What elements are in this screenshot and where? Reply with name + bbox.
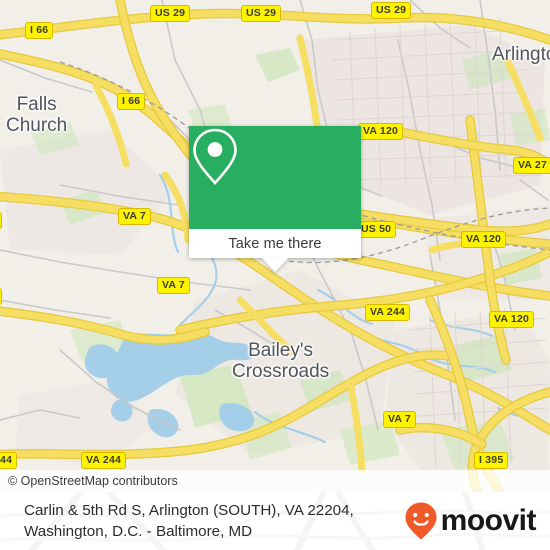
address-line-2: Washington, D.C. - Baltimore, MD [24,523,253,540]
road-shield: 244 [0,452,18,469]
address-text: Carlin & 5th Rd S, Arlington (SOUTH), VA… [24,500,354,542]
road-shield: US 50 [356,221,397,238]
footer-bar: Carlin & 5th Rd S, Arlington (SOUTH), VA… [0,492,550,550]
road-shield: VA 7 [118,208,151,225]
moovit-brand: moovit [404,501,537,541]
address-line-1: Carlin & 5th Rd S, Arlington (SOUTH), VA… [24,502,354,519]
road-shield: US 29 [241,5,282,22]
road-shield: US 29 [150,5,191,22]
road-shield: VA 244 [365,304,411,321]
location-info-card[interactable]: Take me there [189,126,361,258]
road-shield: US 29 [371,2,412,19]
map-screenshot: .mw{fill:none;stroke:#f6de62;stroke-widt… [0,0,550,550]
place-label-baileys-crossroads: Bailey's Crossroads [232,340,330,382]
road-shield: 5 [0,212,3,229]
place-label-falls-church: Falls Church [6,94,68,136]
map-pin-icon [193,128,237,185]
take-me-there-button[interactable]: Take me there [189,229,361,258]
moovit-smiley-pin-icon [405,502,437,540]
road-shield: I 66 [117,93,146,110]
road-shield: I 395 [474,452,509,469]
card-pointer-tail [262,258,288,272]
road-shield: I 66 [25,22,54,39]
road-shield: VA 27 [513,157,550,174]
map-canvas[interactable]: .mw{fill:none;stroke:#f6de62;stroke-widt… [0,0,550,492]
road-shield: VA 120 [358,123,404,140]
attribution-text: © OpenStreetMap contributors [8,474,178,488]
card-pin-area [189,126,361,229]
place-label-arlington: Arlington [492,44,550,65]
road-shield: VA 7 [157,277,190,294]
road-shield: VA 7 [383,411,416,428]
road-shield: 9 [0,288,3,305]
road-shield: VA 120 [489,311,535,328]
road-shield: VA 120 [461,231,507,248]
moovit-wordmark: moovit [440,504,537,537]
attribution-bar: © OpenStreetMap contributors [0,470,550,492]
take-me-there-label: Take me there [228,235,322,252]
road-shield: VA 244 [81,452,127,469]
